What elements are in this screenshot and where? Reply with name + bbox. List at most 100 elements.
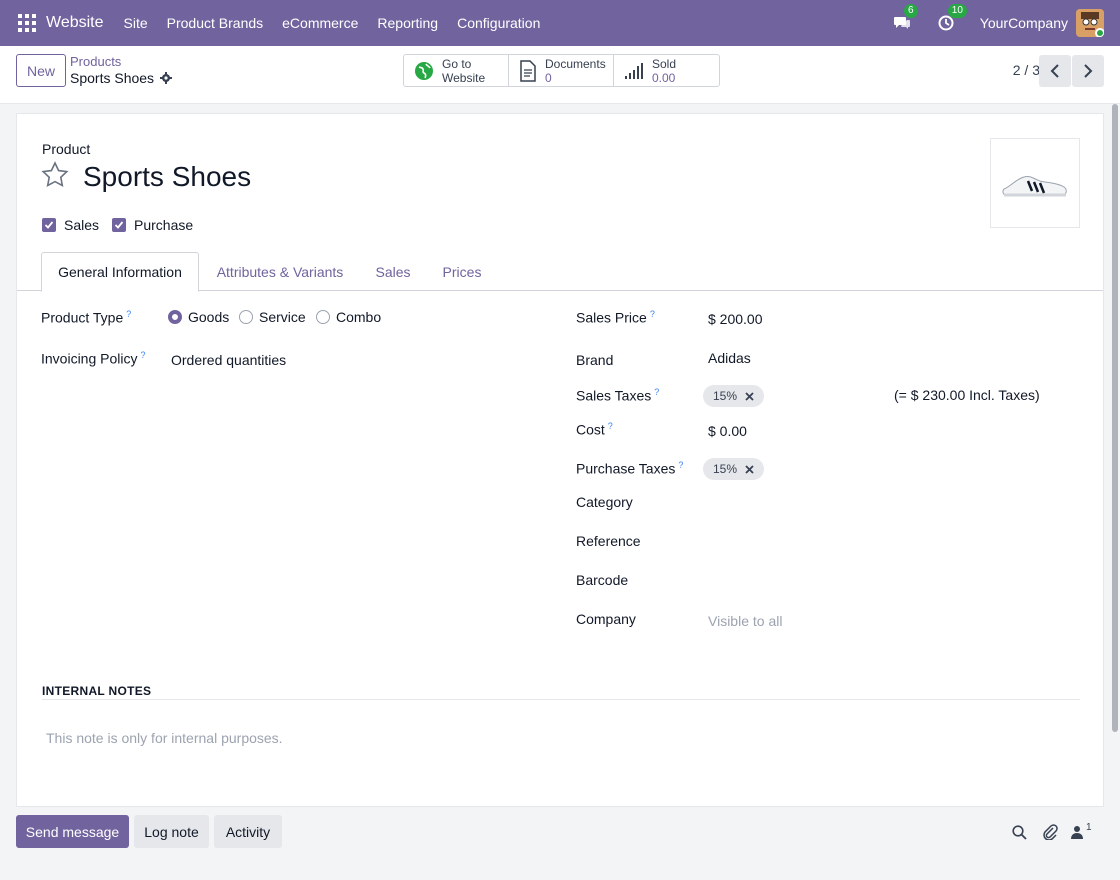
radio-combo-label: Combo [336, 309, 382, 325]
menu-configuration[interactable]: Configuration [457, 15, 540, 31]
send-message-button[interactable]: Send message [16, 815, 129, 848]
chevron-left-icon [1050, 64, 1059, 78]
app-name[interactable]: Website [46, 14, 104, 32]
tab-sales[interactable]: Sales [367, 252, 419, 291]
tab-attributes-variants[interactable]: Attributes & Variants [207, 252, 353, 291]
stat-documents-label: Documents [545, 56, 606, 71]
paperclip-icon [1043, 824, 1058, 840]
tab-general-information[interactable]: General Information [41, 252, 199, 292]
brand-field[interactable]: Adidas [708, 350, 751, 366]
activities-button[interactable]: 10 [936, 4, 967, 33]
invoicing-policy-field[interactable]: Ordered quantities [171, 352, 286, 368]
smart-buttons: Go to Website Documents 0 Sold 0.00 [403, 54, 720, 87]
activity-button[interactable]: Activity [214, 815, 282, 848]
purchase-tax-tag-label: 15% [713, 462, 738, 476]
go-to-website-button[interactable]: Go to Website [404, 55, 509, 86]
followers-count: 1 [1086, 821, 1092, 833]
menu-reporting[interactable]: Reporting [377, 15, 438, 31]
pager-value[interactable]: 2 / 3 [1013, 62, 1040, 78]
pager-next-button[interactable] [1072, 55, 1104, 87]
stat-documents-value: 0 [545, 70, 552, 85]
radio-goods-label: Goods [188, 309, 230, 325]
check-icon [44, 221, 54, 229]
radio-combo-circle[interactable] [316, 310, 330, 324]
purchase-checkbox-row[interactable]: Purchase [112, 217, 193, 233]
product-name-field[interactable]: Sports Shoes [83, 161, 251, 193]
purchase-tax-tag[interactable]: 15% [703, 458, 765, 480]
stat-website-label: Go to [442, 56, 472, 71]
product-type-label: Product Type? [41, 309, 132, 326]
control-panel: New Products Sports Shoes Go to Website [0, 46, 1120, 104]
search-messages-button[interactable] [1009, 822, 1029, 842]
radio-service-circle[interactable] [239, 310, 253, 324]
notes-divider [42, 699, 1080, 700]
sales-price-label: Sales Price? [576, 309, 655, 326]
category-label: Category [576, 494, 633, 510]
sales-checkbox-row[interactable]: Sales [42, 217, 99, 233]
product-label: Product [42, 141, 91, 157]
company-switcher[interactable]: YourCompany [980, 15, 1068, 31]
messages-button[interactable]: 6 [892, 4, 918, 33]
attachments-button[interactable] [1040, 822, 1060, 842]
stat-website-label2: Website [442, 70, 486, 85]
sales-price-field[interactable]: $ 200.00 [708, 311, 763, 327]
pager-previous-button[interactable] [1039, 55, 1071, 87]
record-name: Sports Shoes [70, 70, 155, 86]
user-icon [1071, 826, 1083, 839]
invoicing-policy-label: Invoicing Policy? [41, 350, 146, 367]
form-tabs: General Information Attributes & Variant… [17, 252, 1103, 292]
globe-icon [415, 61, 433, 80]
page-scrollbar[interactable] [1112, 104, 1118, 732]
cost-label: Cost? [576, 421, 613, 438]
sales-tax-tag[interactable]: 15% [703, 385, 765, 407]
search-icon [1011, 824, 1027, 840]
user-avatar[interactable] [1076, 9, 1104, 37]
stat-sold-label: Sold [652, 56, 677, 71]
help-icon[interactable]: ? [608, 421, 613, 431]
purchase-checkbox-label: Purchase [134, 217, 194, 233]
product-image[interactable] [990, 138, 1080, 228]
tab-prices[interactable]: Prices [435, 252, 489, 291]
help-icon[interactable]: ? [126, 309, 131, 319]
sold-button[interactable]: Sold 0.00 [614, 55, 719, 86]
menu-product-brands[interactable]: Product Brands [167, 15, 264, 31]
help-icon[interactable]: ? [650, 309, 655, 319]
radio-combo[interactable]: Combo [316, 309, 381, 325]
breadcrumb-current: Sports Shoes [70, 70, 173, 86]
log-note-button[interactable]: Log note [134, 815, 209, 848]
followers-button[interactable]: 1 [1071, 822, 1101, 842]
favorite-star-icon[interactable] [41, 161, 69, 189]
chevron-right-icon [1084, 64, 1093, 78]
sales-taxes-incl: (= $ 230.00 Incl. Taxes) [894, 387, 1040, 403]
new-button[interactable]: New [16, 54, 66, 87]
product-form-sheet: Product Sports Shoes Sales Purchase Gene… [16, 113, 1104, 807]
gear-icon[interactable] [160, 72, 173, 84]
radio-service[interactable]: Service [239, 309, 306, 325]
help-icon[interactable]: ? [678, 460, 683, 470]
close-icon[interactable] [745, 391, 754, 401]
help-icon[interactable]: ? [141, 350, 146, 360]
barcode-label: Barcode [576, 572, 629, 588]
document-icon [520, 59, 536, 82]
purchase-checkbox[interactable] [112, 218, 126, 232]
help-icon[interactable]: ? [654, 387, 659, 397]
radio-goods-circle[interactable] [168, 310, 182, 324]
internal-notes-field[interactable]: This note is only for internal purposes. [46, 730, 283, 746]
company-label: Company [576, 611, 636, 627]
reference-label: Reference [576, 533, 641, 549]
apps-grid-icon[interactable] [18, 14, 36, 32]
sales-tax-tag-label: 15% [713, 389, 738, 403]
purchase-taxes-label: Purchase Taxes? [576, 460, 684, 477]
menu-ecommerce[interactable]: eCommerce [282, 15, 358, 31]
documents-button[interactable]: Documents 0 [509, 55, 614, 86]
close-icon[interactable] [745, 464, 754, 474]
stat-sold-value: 0.00 [652, 70, 676, 85]
cost-field[interactable]: $ 0.00 [708, 423, 747, 439]
company-field[interactable]: Visible to all [708, 613, 782, 629]
brand-label: Brand [576, 352, 614, 368]
radio-goods[interactable]: Goods [168, 309, 229, 325]
breadcrumb-products[interactable]: Products [70, 54, 121, 69]
internal-notes-title: INTERNAL NOTES [42, 684, 152, 698]
menu-site[interactable]: Site [124, 15, 148, 31]
sales-checkbox[interactable] [42, 218, 56, 232]
